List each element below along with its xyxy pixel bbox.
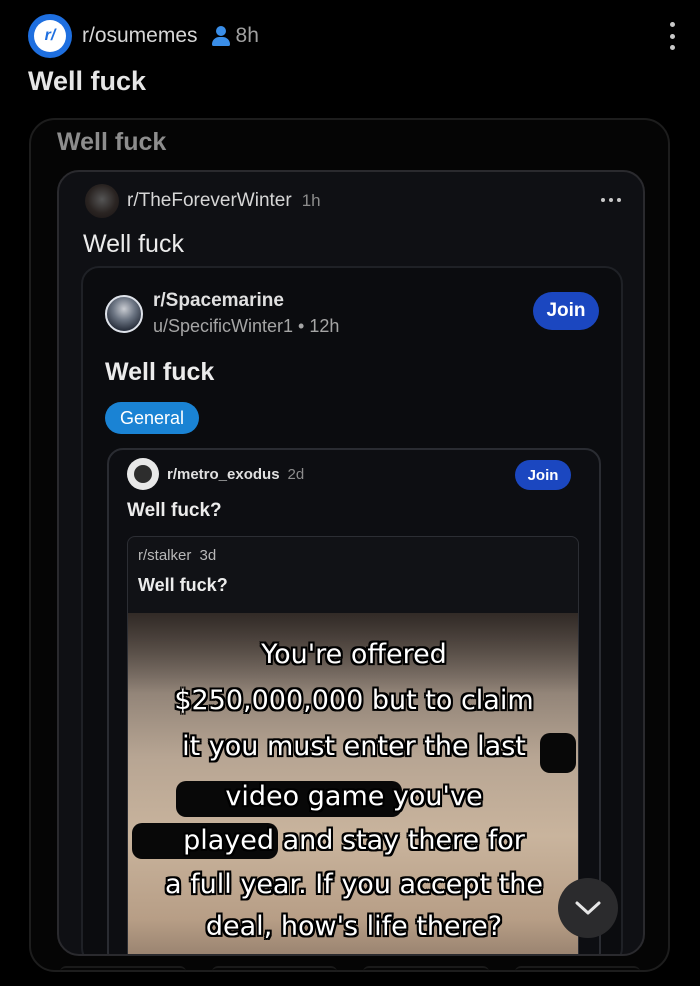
meme-image[interactable]: You're offered $250,000,000 but to claim… (128, 613, 578, 954)
crosspost-header: r/metro_exodus 2d (127, 458, 304, 490)
subreddit-and-time: r/stalker 3d (138, 547, 216, 564)
crosspost-title: Well fuck? (138, 575, 228, 595)
chevron-down-icon (575, 901, 601, 915)
post-header: r/ r/osumemes 8h (28, 14, 678, 58)
more-vertical-icon[interactable] (666, 22, 678, 50)
join-button[interactable]: Join (515, 460, 571, 490)
meme-text-line: deal, how's life there? (205, 911, 503, 942)
meme-text-line: video game you've (225, 781, 483, 812)
reddit-logo-icon: r/ (34, 20, 66, 52)
subreddit-name[interactable]: r/osumemes (82, 24, 198, 48)
join-button[interactable]: Join (533, 292, 599, 330)
crosspost-title: Well fuck (83, 230, 184, 258)
meme-text-line: played and stay there for (183, 825, 525, 856)
post-time: 1h (301, 191, 321, 210)
meme-text-line: You're offered (261, 639, 447, 670)
crosspost-title: Well fuck (57, 128, 167, 156)
meme-text-line: a full year. If you accept the (165, 869, 543, 900)
crosspost-title: Well fuck? (127, 500, 222, 521)
meme-text-line: $250,000,000 but to claim (174, 685, 534, 716)
post-time: 2d (287, 465, 305, 483)
subreddit-avatar[interactable] (127, 458, 159, 490)
crosspost-card-spacemarine[interactable]: r/Spacemarine u/SpecificWinter1 • 12h Jo… (81, 266, 623, 954)
post-title: Well fuck (28, 66, 147, 96)
subreddit-avatar[interactable]: r/ (28, 14, 72, 58)
post-time: 3d (199, 547, 217, 564)
subreddit-name[interactable]: r/TheForeverWinter (127, 190, 292, 212)
crosspost-card-metro-exodus[interactable]: r/metro_exodus 2d Join Well fuck? r/stal… (107, 448, 601, 954)
crosspost-title: Well fuck (105, 358, 215, 386)
flair-badge[interactable]: General (105, 402, 199, 434)
subreddit-name[interactable]: r/Spacemarine (153, 290, 339, 312)
user-icon (210, 25, 232, 47)
subreddit-name[interactable]: r/stalker (138, 547, 191, 564)
next-post-preview (60, 966, 640, 974)
post-time: 8h (235, 24, 259, 47)
crosspost-card-stalker[interactable]: r/stalker 3d Well fuck? You're offered $… (127, 536, 579, 954)
subreddit-name[interactable]: r/metro_exodus (167, 466, 280, 483)
meme-text-line: it you must enter the last (182, 731, 526, 762)
subreddit-avatar[interactable] (85, 184, 119, 218)
scroll-down-button[interactable] (558, 878, 618, 938)
crosspost-card[interactable]: Well fuck r/TheForeverWinter 1h Well fuc… (29, 118, 670, 972)
crosspost-header: r/TheForeverWinter 1h (85, 184, 321, 218)
crosspost-header: r/Spacemarine u/SpecificWinter1 • 12h (105, 290, 339, 337)
author-and-time[interactable]: u/SpecificWinter1 • 12h (153, 316, 339, 337)
more-horizontal-icon[interactable] (601, 198, 621, 202)
subreddit-avatar[interactable] (105, 294, 143, 333)
crosspost-card-theforeverwinter[interactable]: r/TheForeverWinter 1h Well fuck r/Spacem… (57, 170, 645, 956)
